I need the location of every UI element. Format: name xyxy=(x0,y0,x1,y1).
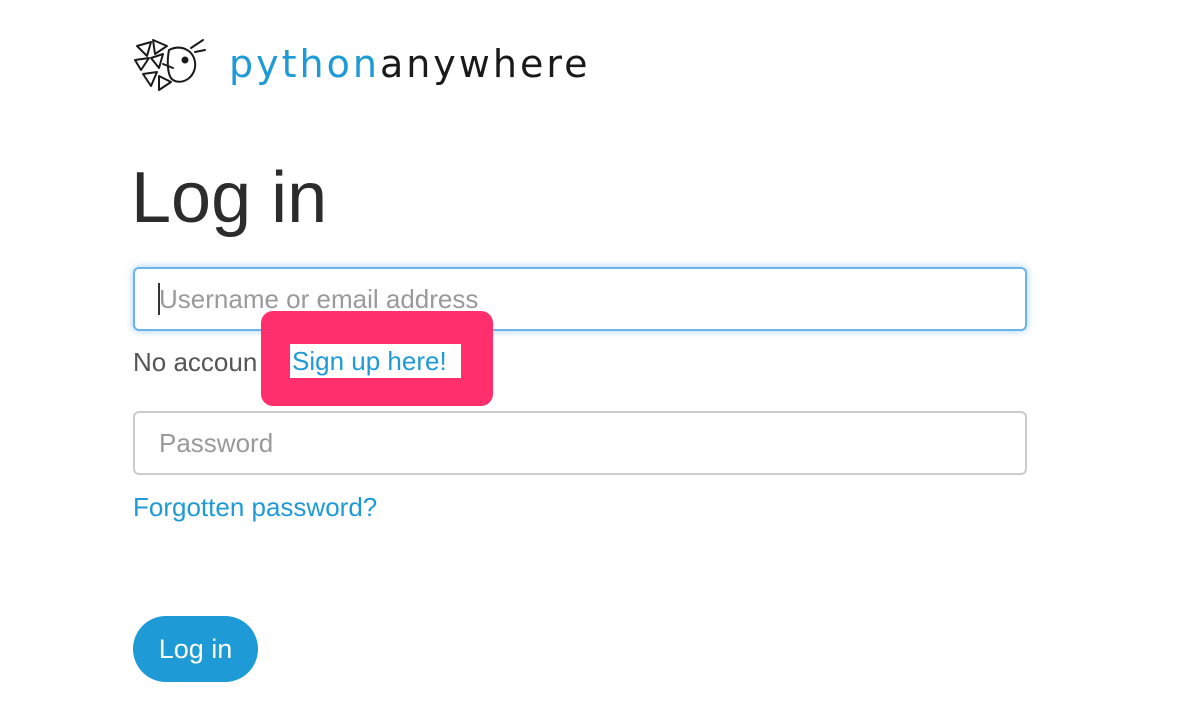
signup-link[interactable]: Sign up here! xyxy=(290,344,461,378)
login-button[interactable]: Log in xyxy=(133,616,258,682)
pythonanywhere-logo-icon xyxy=(134,39,206,91)
text-cursor xyxy=(158,283,160,315)
brand-name-python: python xyxy=(229,42,380,86)
password-input[interactable] xyxy=(133,411,1027,475)
signup-prompt: No accoun xyxy=(133,347,258,377)
brand-logo[interactable]: pythonanywhere xyxy=(133,36,591,96)
forgot-password-link[interactable]: Forgotten password? xyxy=(133,490,377,524)
brand-name-anywhere: anywhere xyxy=(379,42,591,86)
page-title: Log in xyxy=(131,158,328,238)
brand-wordmark: pythonanywhere xyxy=(229,45,591,87)
